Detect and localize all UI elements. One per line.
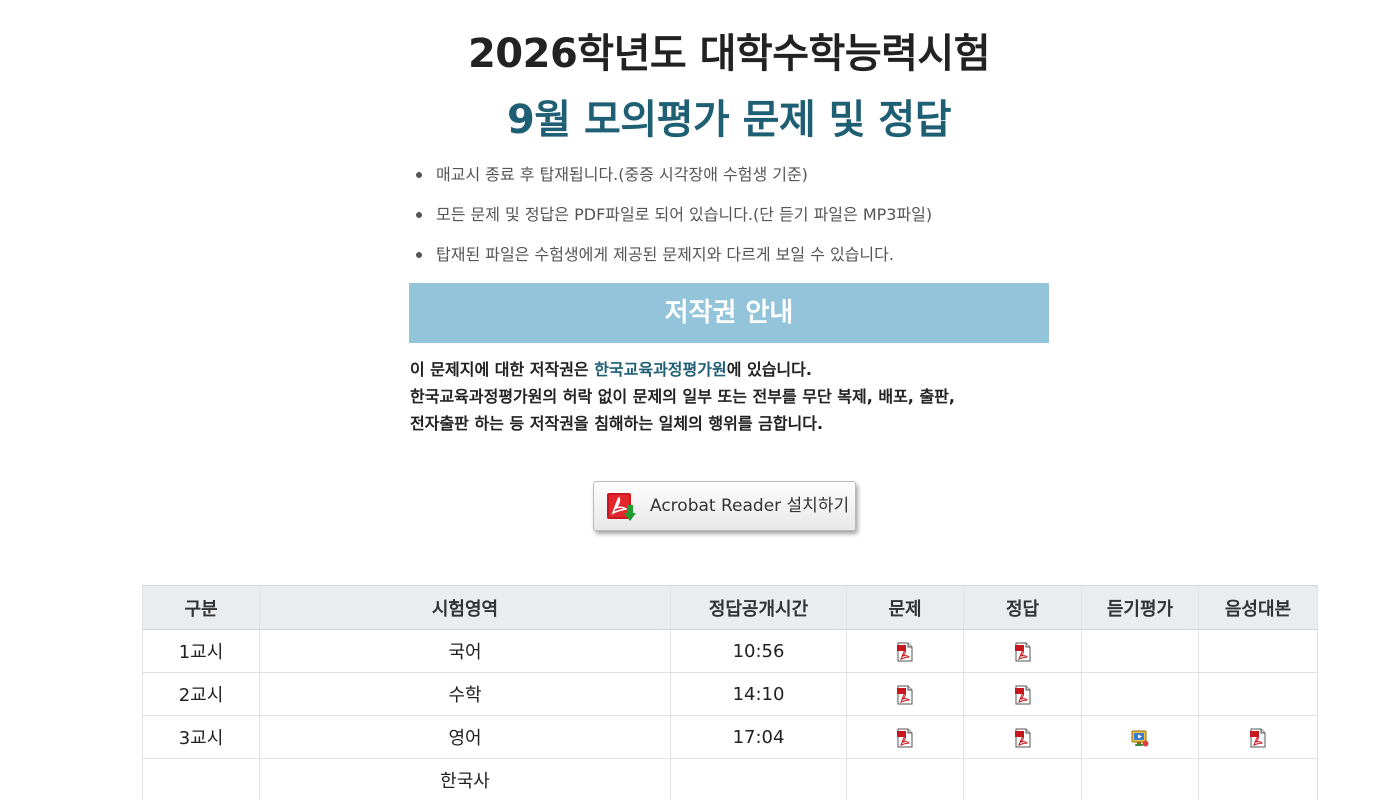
- pdf-icon[interactable]: [1248, 728, 1268, 748]
- listening-cell: [1081, 629, 1199, 673]
- page: 2026학년도 대학수학능력시험 9월 모의평가 문제 및 정답 매교시 종료 …: [0, 0, 1388, 800]
- copyright-line-2: 한국교육과정평가원의 허락 없이 문제의 일부 또는 전부를 무단 복제, 배포…: [410, 387, 955, 406]
- answer-cell: [963, 715, 1082, 759]
- subject-cell: 국어: [259, 629, 671, 673]
- table-row: 1교시 국어 10:56: [142, 629, 1318, 673]
- acrobat-reader-install-label: Acrobat Reader 설치하기: [650, 496, 850, 516]
- audio-script-cell: [1198, 629, 1318, 673]
- pdf-icon[interactable]: [1013, 642, 1033, 662]
- column-header-answer: 정답: [963, 585, 1082, 630]
- media-player-icon[interactable]: [1130, 728, 1150, 748]
- copyright-org: 한국교육과정평가원: [594, 360, 727, 379]
- table-row: 2교시 수학 14:10: [142, 672, 1318, 716]
- problem-cell: [846, 629, 964, 673]
- table-row: 한국사: [142, 758, 1318, 800]
- copyright-line-1-prefix: 이 문제지에 대한 저작권은: [410, 360, 595, 379]
- period-cell: 1교시: [142, 629, 260, 673]
- audio-script-cell: [1198, 672, 1318, 716]
- pdf-icon[interactable]: [895, 685, 915, 705]
- column-header-audio-script: 음성대본: [1198, 585, 1318, 630]
- subject-cell: 영어: [259, 715, 671, 759]
- period-cell: [142, 758, 260, 800]
- notice-item: 탑재된 파일은 수험생에게 제공된 문제지와 다르게 보일 수 있습니다.: [408, 242, 932, 282]
- notice-list: 매교시 종료 후 탑재됩니다.(중증 시각장애 수험생 기준) 모든 문제 및 …: [408, 162, 932, 282]
- listening-cell: [1081, 672, 1199, 716]
- table-row: 3교시 영어 17:04: [142, 715, 1318, 759]
- column-header-answer-time: 정답공개시간: [670, 585, 847, 630]
- subject-cell: 수학: [259, 672, 671, 716]
- copyright-line-1: 이 문제지에 대한 저작권은 한국교육과정평가원에 있습니다.: [410, 356, 1050, 383]
- subject-cell: 한국사: [259, 758, 671, 800]
- column-header-period: 구분: [142, 585, 260, 630]
- answer-time-cell: 17:04: [670, 715, 847, 759]
- pdf-icon[interactable]: [1013, 728, 1033, 748]
- period-cell: 3교시: [142, 715, 260, 759]
- listening-cell: [1081, 758, 1199, 800]
- answer-cell: [963, 629, 1082, 673]
- answer-time-cell: 10:56: [670, 629, 847, 673]
- table-header-row: 구분 시험영역 정답공개시간 문제 정답 듣기평가 음성대본: [142, 585, 1318, 630]
- page-title: 2026학년도 대학수학능력시험: [467, 31, 991, 77]
- problem-cell: [846, 715, 964, 759]
- column-header-problem: 문제: [846, 585, 964, 630]
- listening-cell: [1081, 715, 1199, 759]
- acrobat-reader-install-button[interactable]: Acrobat Reader 설치하기: [593, 481, 856, 531]
- adobe-pdf-download-icon: [607, 493, 636, 521]
- answer-time-cell: [670, 758, 847, 800]
- audio-script-cell: [1198, 758, 1318, 800]
- copyright-line-1-suffix: 에 있습니다.: [726, 360, 812, 379]
- answer-cell: [963, 758, 1082, 800]
- copyright-heading: 저작권 안내: [409, 283, 1049, 343]
- pdf-icon[interactable]: [895, 728, 915, 748]
- notice-item: 매교시 종료 후 탑재됩니다.(중증 시각장애 수험생 기준): [408, 162, 932, 202]
- answer-time-cell: 14:10: [670, 672, 847, 716]
- period-cell: 2교시: [142, 672, 260, 716]
- exam-file-table: 구분 시험영역 정답공개시간 문제 정답 듣기평가 음성대본 1교시 국어 10…: [142, 585, 1318, 800]
- problem-cell: [846, 672, 964, 716]
- copyright-notice: 이 문제지에 대한 저작권은 한국교육과정평가원에 있습니다. 한국교육과정평가…: [410, 356, 1050, 437]
- column-header-subject: 시험영역: [259, 585, 671, 630]
- pdf-icon[interactable]: [1013, 685, 1033, 705]
- audio-script-cell: [1198, 715, 1318, 759]
- page-subtitle: 9월 모의평가 문제 및 정답: [506, 97, 952, 143]
- column-header-listening: 듣기평가: [1081, 585, 1199, 630]
- copyright-line-3: 전자출판 하는 등 저작권을 침해하는 일체의 행위를 금합니다.: [410, 414, 824, 433]
- pdf-icon[interactable]: [895, 642, 915, 662]
- answer-cell: [963, 672, 1082, 716]
- notice-item: 모든 문제 및 정답은 PDF파일로 되어 있습니다.(단 듣기 파일은 MP3…: [408, 202, 932, 242]
- problem-cell: [846, 758, 964, 800]
